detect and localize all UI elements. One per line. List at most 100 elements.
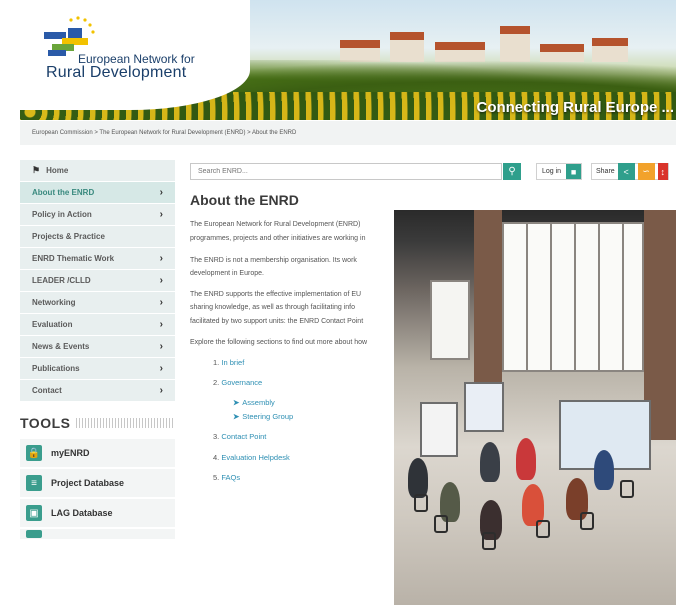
home-label-wrap: ⚑ Home: [32, 165, 68, 176]
list-item[interactable]: 4. Evaluation Helpdesk: [213, 453, 290, 462]
tool-label: myENRD: [51, 448, 90, 458]
page-title: About the ENRD: [190, 192, 299, 208]
list-item[interactable]: 1. In brief: [213, 358, 244, 367]
chevron-right-icon: ›: [159, 253, 163, 264]
body-text-line: Explore the following sections to find o…: [190, 339, 368, 346]
body-text-line: programmes, projects and other initiativ…: [190, 235, 366, 242]
body-text-line: The European Network for Rural Developme…: [190, 221, 361, 228]
sidebar-nav: ⚑ Home About the ENRD › Policy in Action › …: [20, 160, 175, 402]
pdf-icon[interactable]: ↕: [657, 163, 668, 180]
person: [594, 450, 614, 490]
window: [430, 280, 470, 360]
chevron-right-icon: ›: [159, 187, 163, 198]
sublist-item[interactable]: ➤ Steering Group: [233, 412, 293, 421]
chevron-right-icon: ›: [159, 275, 163, 286]
logo-line2: Rural Development: [46, 64, 187, 81]
sublist-item[interactable]: ➤ Assembly: [233, 398, 275, 407]
body-text-line: development in Europe.: [190, 270, 264, 277]
body-text-line: sharing knowledge, as well as through fa…: [190, 304, 355, 311]
list-link[interactable]: In brief: [221, 358, 244, 367]
sidebar-item-label: Policy in Action: [32, 210, 92, 219]
sidebar-item-news[interactable]: News & Events ›: [20, 336, 175, 358]
list-num: 5.: [213, 473, 220, 482]
poster-board: [464, 382, 504, 432]
sidebar-item-home[interactable]: ⚑ Home: [20, 160, 175, 182]
tool-myenrd[interactable]: 🔒 myENRD: [20, 439, 175, 467]
login-button[interactable]: Log in ■: [536, 163, 583, 180]
tool-partial[interactable]: [20, 529, 175, 539]
sidebar-item-networking[interactable]: Networking ›: [20, 292, 175, 314]
chevron-right-icon: ›: [159, 385, 163, 396]
tagline: Connecting Rural Europe ...: [476, 99, 674, 116]
lock-icon: 🔒: [26, 445, 42, 461]
sidebar-item-label: News & Events: [32, 342, 90, 351]
chair: [536, 520, 550, 538]
login-label: Log in: [542, 168, 562, 175]
list-link[interactable]: Evaluation Helpdesk: [221, 453, 289, 462]
sidebar-item-projects[interactable]: Projects & Practice: [20, 226, 175, 248]
list-item[interactable]: 5. FAQs: [213, 473, 240, 482]
sidebar-item-thematic[interactable]: ENRD Thematic Work ›: [20, 248, 175, 270]
chevron-right-icon: ›: [159, 297, 163, 308]
sidebar-item-contact[interactable]: Contact ›: [20, 380, 175, 402]
search-input[interactable]: [190, 163, 502, 180]
sidebar-item-policy[interactable]: Policy in Action ›: [20, 204, 175, 226]
sidebar-item-label: Contact: [32, 386, 62, 395]
list-item[interactable]: 2. Governance: [213, 378, 262, 387]
sidebar-item-label: Evaluation: [32, 320, 73, 329]
chevron-right-icon: ›: [159, 319, 163, 330]
chair: [482, 532, 496, 550]
share-bar: Share < ∽ ↕: [591, 163, 669, 180]
person: [408, 458, 428, 498]
header-banner: European Network for Rural Development C…: [20, 0, 676, 120]
home-label: Home: [46, 166, 69, 175]
sidebar-item-label: Publications: [32, 364, 80, 373]
window: [502, 222, 644, 372]
person: [516, 438, 536, 480]
person: [480, 442, 500, 482]
breadcrumb[interactable]: European Commission > The European Netwo…: [20, 121, 676, 145]
chevron-right-icon: ➤: [233, 412, 240, 421]
list-link[interactable]: Governance: [221, 378, 262, 387]
tool-lag-database[interactable]: ▣ LAG Database: [20, 499, 175, 527]
sidebar-item-about[interactable]: About the ENRD ›: [20, 182, 175, 204]
chevron-right-icon: ➤: [233, 398, 240, 407]
sidebar-item-publications[interactable]: Publications ›: [20, 358, 175, 380]
list-link[interactable]: Contact Point: [221, 432, 266, 441]
chair: [580, 512, 594, 530]
sidebar-item-leader[interactable]: LEADER /CLLD ›: [20, 270, 175, 292]
home-icon: ⚑: [32, 165, 41, 175]
document-icon: ▣: [26, 505, 42, 521]
hatch-divider: [76, 418, 175, 428]
list-item[interactable]: 3. Contact Point: [213, 432, 266, 441]
sidebar-item-label: About the ENRD: [32, 188, 95, 197]
list-num: 3.: [213, 432, 220, 441]
tool-label: Project Database: [51, 478, 125, 488]
chair: [434, 515, 448, 533]
logo-panel[interactable]: European Network for Rural Development: [20, 0, 250, 110]
sidebar-item-label: LEADER /CLLD: [32, 276, 91, 285]
workshop-photo: [394, 210, 676, 605]
search-icon: ⚲: [508, 166, 516, 177]
list-link[interactable]: FAQs: [221, 473, 240, 482]
flipchart: [420, 402, 458, 457]
lock-icon: ■: [566, 164, 582, 179]
body-text-line: facilitated by two support units: the EN…: [190, 318, 364, 325]
search-button[interactable]: ⚲: [503, 163, 521, 180]
body-text-line: The ENRD is not a membership organisatio…: [190, 257, 357, 264]
tools-heading: TOOLS: [20, 414, 175, 432]
tool-project-database[interactable]: ≡ Project Database: [20, 469, 175, 497]
chevron-right-icon: ›: [159, 209, 163, 220]
sublist-link[interactable]: Assembly: [242, 398, 275, 407]
sidebar-item-evaluation[interactable]: Evaluation ›: [20, 314, 175, 336]
share-icon[interactable]: <: [617, 163, 635, 180]
sublist-link[interactable]: Steering Group: [242, 412, 293, 421]
rss-icon[interactable]: ∽: [637, 163, 655, 180]
sidebar-item-label: Networking: [32, 298, 76, 307]
tool-icon: [26, 530, 42, 538]
list-num: 4.: [213, 453, 220, 462]
body-text-line: The ENRD supports the effective implemen…: [190, 291, 362, 298]
chair: [620, 480, 634, 498]
chevron-right-icon: ›: [159, 341, 163, 352]
chevron-right-icon: ›: [159, 363, 163, 374]
